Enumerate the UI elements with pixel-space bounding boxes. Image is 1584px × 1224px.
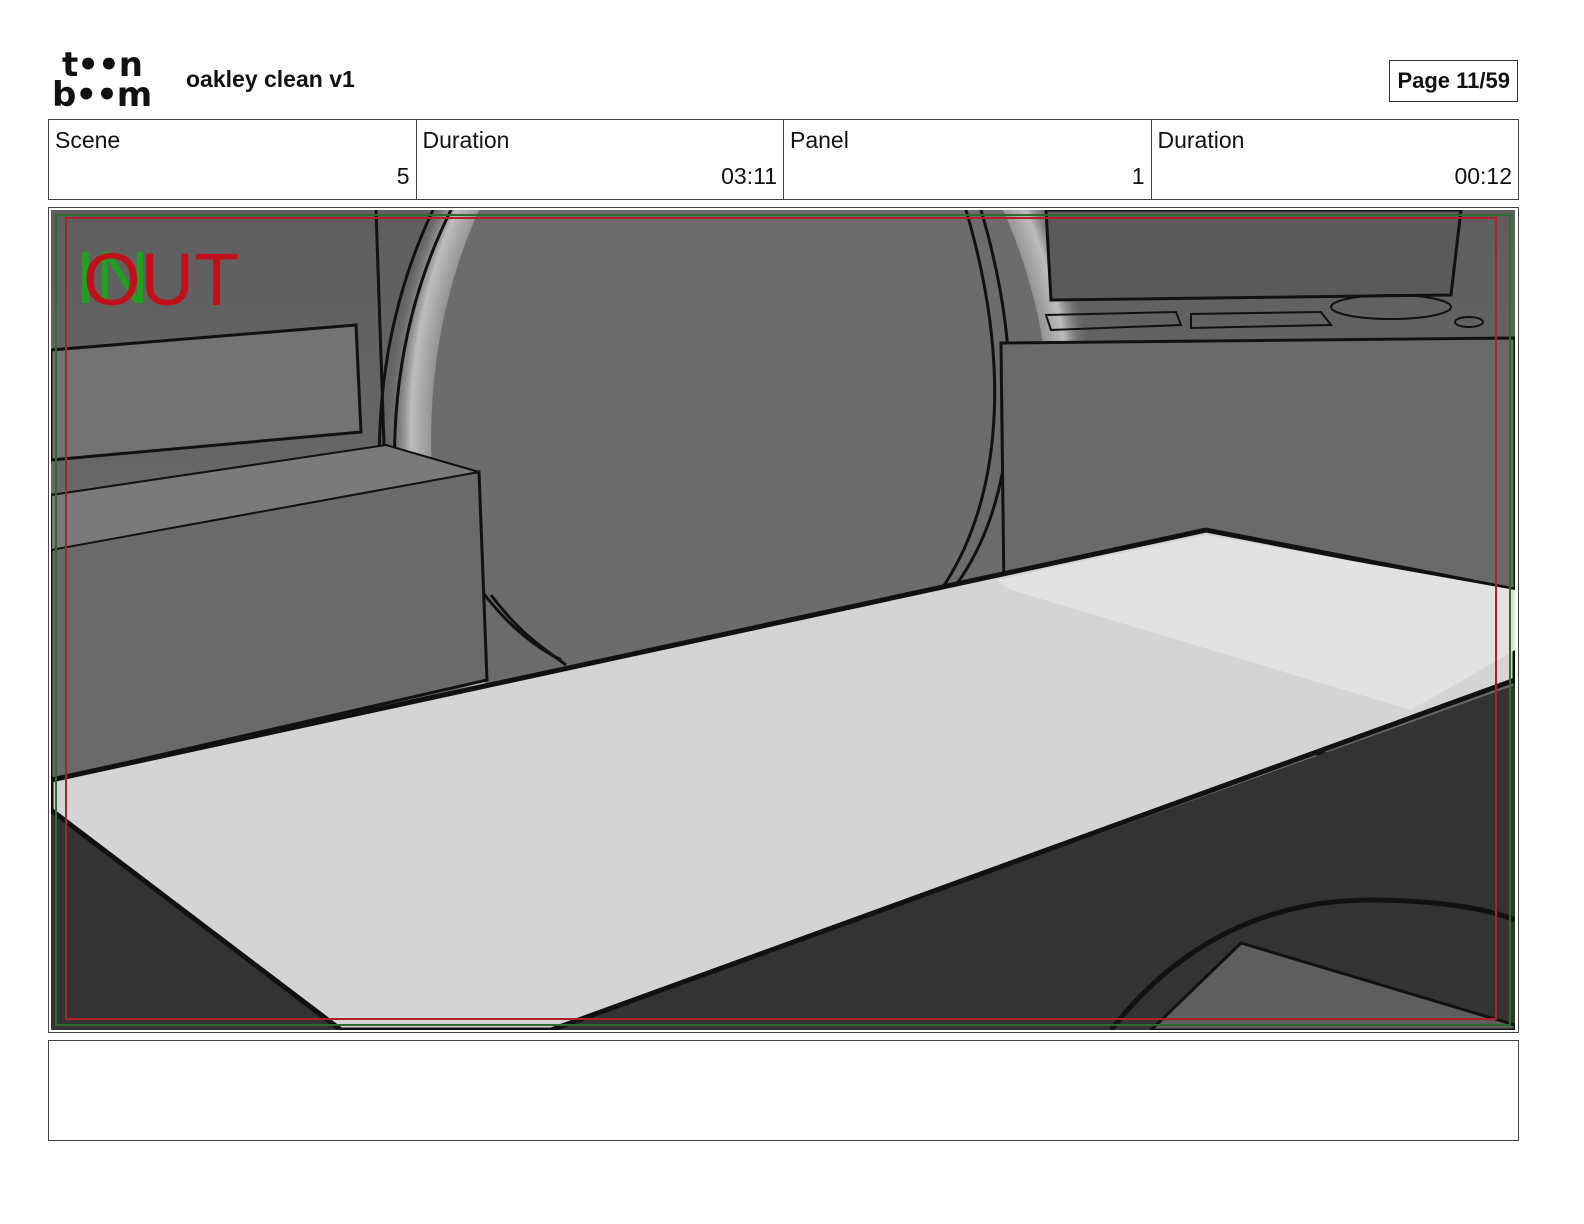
panel-duration-label: Duration [1157,127,1245,153]
scene-value: 5 [396,163,410,189]
logo-line-bottom: b••m [52,75,152,115]
panel-duration-cell: Duration 00:12 [1152,120,1519,199]
console-screen [1044,210,1463,302]
storyboard-panel-image: IN OUT [51,210,1515,1030]
scene-info-table: Scene 5 Duration 03:11 Panel 1 Duration … [48,119,1519,200]
page-indicator: Page 11/59 [1389,60,1518,102]
scene-duration-cell: Duration 03:11 [417,120,784,199]
panel-duration-value: 00:12 [1454,163,1512,189]
scene-label: Scene [55,127,121,153]
out-marker: OUT [83,238,239,321]
document-title: oakley clean v1 [186,66,355,92]
scene-duration-label: Duration [422,127,510,153]
panel-notes-box [48,1040,1519,1141]
panel-value: 1 [1131,163,1145,189]
page-label: Page 11/59 [1397,68,1510,93]
toonboom-logo: t••n b••m [52,48,164,114]
scene-duration-value: 03:11 [721,163,777,189]
panel-cell: Panel 1 [784,120,1152,199]
panel-label: Panel [790,127,849,153]
scene-cell: Scene 5 [49,120,417,199]
